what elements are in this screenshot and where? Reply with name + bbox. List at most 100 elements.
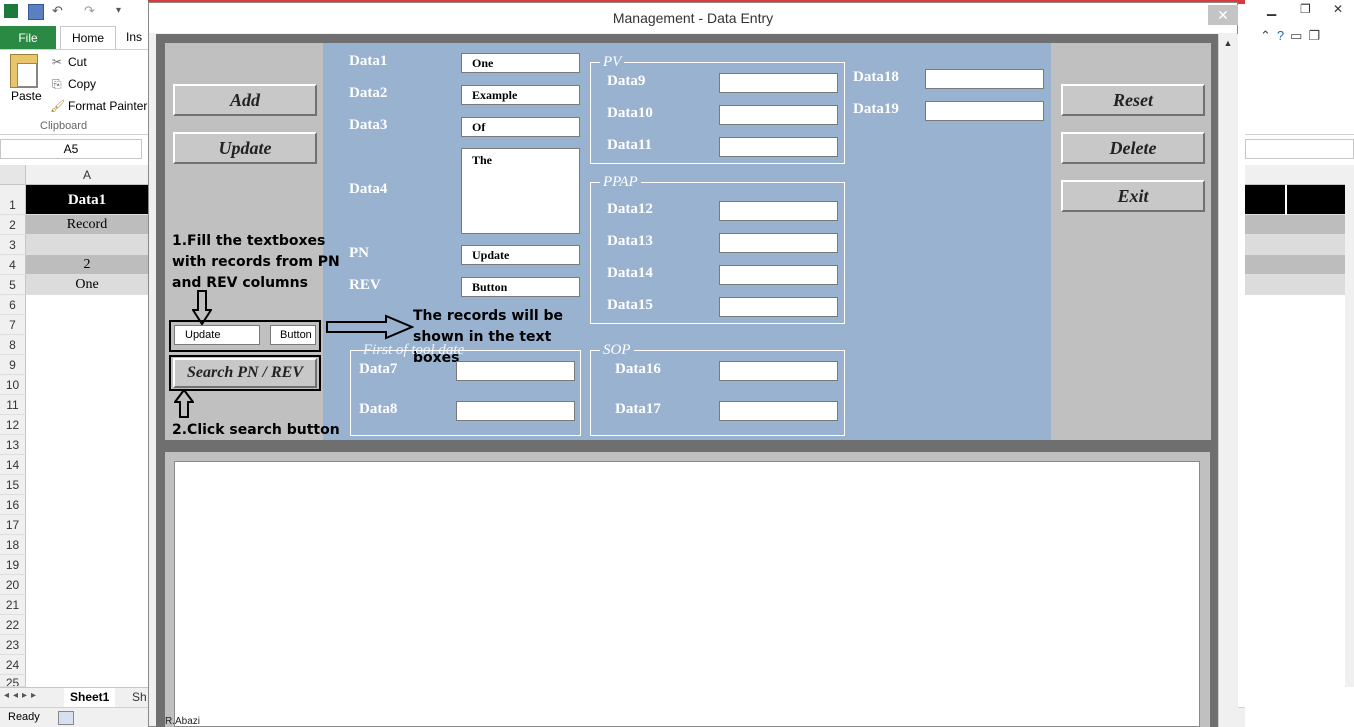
copy-button[interactable]: Copy (68, 77, 96, 91)
restore-icon[interactable]: ❐ (1300, 2, 1311, 16)
label-rev: REV (349, 277, 381, 293)
data8-input[interactable] (456, 401, 575, 421)
pn-search-input[interactable]: Update (174, 325, 260, 345)
row-header-5[interactable]: 5 (0, 275, 26, 295)
cell-right-r2[interactable] (1245, 215, 1345, 235)
add-button[interactable]: Add (173, 84, 317, 116)
label-data9: Data9 (607, 73, 646, 89)
row-header-7[interactable]: 7 (0, 315, 26, 335)
author-footer: R.Abazi (165, 716, 201, 727)
rev-input[interactable]: Button (461, 277, 580, 297)
column-header-a[interactable]: A (26, 165, 148, 185)
row-header-18[interactable]: 18 (0, 535, 26, 555)
update-button[interactable]: Update (173, 132, 317, 164)
sheet-tab-sheet1[interactable]: Sheet1 (64, 688, 116, 707)
reset-button[interactable]: Reset (1061, 84, 1205, 116)
row-header-24[interactable]: 24 (0, 655, 26, 675)
row-header-21[interactable]: 21 (0, 595, 26, 615)
data11-input[interactable] (719, 137, 838, 157)
cell-right-r5[interactable] (1245, 275, 1345, 295)
format-painter-button[interactable]: Format Painter (68, 99, 147, 113)
select-all-corner[interactable] (0, 165, 26, 185)
data14-input[interactable] (719, 265, 838, 285)
data4-textarea[interactable]: The (461, 148, 580, 234)
row-header-13[interactable]: 13 (0, 435, 26, 455)
cell-a3[interactable] (26, 235, 148, 255)
paste-label[interactable]: Paste (11, 89, 42, 103)
save-icon[interactable] (28, 4, 44, 20)
row-header-23[interactable]: 23 (0, 635, 26, 655)
row-header-22[interactable]: 22 (0, 615, 26, 635)
cell-a4[interactable]: 2 (26, 255, 148, 275)
row-header-17[interactable]: 17 (0, 515, 26, 535)
cut-button[interactable]: Cut (68, 55, 87, 69)
data17-input[interactable] (719, 401, 838, 421)
data19-input[interactable] (925, 101, 1044, 121)
row-header-19[interactable]: 19 (0, 555, 26, 575)
row-header-11[interactable]: 11 (0, 395, 26, 415)
data18-input[interactable] (925, 69, 1044, 89)
data7-input[interactable] (456, 361, 575, 381)
row-header-10[interactable]: 10 (0, 375, 26, 395)
form-close-button[interactable]: ✕ (1208, 5, 1238, 25)
tab-home[interactable]: Home (60, 26, 116, 50)
formula-bar[interactable] (1245, 139, 1354, 159)
row-header-3[interactable]: 3 (0, 235, 26, 255)
row-header-9[interactable]: 9 (0, 355, 26, 375)
sheet-tab-2[interactable]: Sh (132, 688, 147, 707)
min-workbook-icon[interactable]: ▭ (1290, 28, 1308, 43)
row-header-6[interactable]: 6 (0, 295, 26, 315)
arrow-right-icon (326, 314, 414, 340)
cell-right-r3[interactable] (1245, 235, 1345, 255)
cell-a1[interactable]: Data1 (26, 185, 148, 215)
cell-a2[interactable]: Record (26, 215, 148, 235)
paste-icon[interactable] (10, 54, 38, 88)
row-header-14[interactable]: 14 (0, 455, 26, 475)
tab-file[interactable]: File (0, 26, 56, 50)
row-header-12[interactable]: 12 (0, 415, 26, 435)
redo-icon[interactable]: ↷ (84, 4, 98, 18)
data2-input[interactable]: Example (461, 85, 580, 105)
pn-input[interactable]: Update (461, 245, 580, 265)
close-window-icon[interactable]: ✕ (1333, 2, 1343, 16)
sheet-nav-arrows-icon[interactable]: ◂◂▸▸ (4, 690, 40, 701)
search-pn-rev-button[interactable]: Search PN / REV (173, 358, 317, 388)
cell-right-r1[interactable] (1245, 185, 1345, 215)
name-box[interactable]: A5 (0, 139, 142, 159)
cell-right-r4[interactable] (1245, 255, 1345, 275)
help-icon[interactable]: ? (1277, 28, 1290, 43)
row-header-4[interactable]: 4 (0, 255, 26, 275)
rev-search-input[interactable]: Button (270, 325, 316, 345)
tab-insert[interactable]: Ins (126, 26, 150, 50)
scroll-up-arrow-icon[interactable]: ▲ (1220, 36, 1236, 50)
data13-input[interactable] (719, 233, 838, 253)
cell-a5[interactable]: One (26, 275, 148, 295)
data3-input[interactable]: Of (461, 117, 580, 137)
data10-input[interactable] (719, 105, 838, 125)
data15-input[interactable] (719, 297, 838, 317)
column-header-right[interactable] (1245, 165, 1345, 185)
collapse-ribbon-icon[interactable]: ⌃ (1260, 28, 1277, 43)
row-header-2[interactable]: 2 (0, 215, 26, 235)
data12-input[interactable] (719, 201, 838, 221)
restore-workbook-icon[interactable]: ❐ (1308, 28, 1326, 43)
form-vertical-scrollbar[interactable] (1218, 34, 1238, 727)
customize-qat-icon[interactable]: ▾ (116, 4, 130, 18)
minimize-icon[interactable]: ▁ (1267, 2, 1276, 16)
data1-input[interactable]: One (461, 53, 580, 73)
records-listbox[interactable] (174, 461, 1200, 727)
row-header-1[interactable]: 1 (0, 185, 26, 215)
data9-input[interactable] (719, 73, 838, 93)
row-header-16[interactable]: 16 (0, 495, 26, 515)
macro-record-icon[interactable] (58, 711, 74, 725)
row-header-20[interactable]: 20 (0, 575, 26, 595)
label-data16: Data16 (615, 361, 661, 377)
data16-input[interactable] (719, 361, 838, 381)
row-header-25[interactable]: 25 (0, 675, 26, 687)
exit-button[interactable]: Exit (1061, 180, 1205, 212)
undo-icon[interactable]: ↶ (52, 4, 66, 18)
worksheet-vertical-scrollbar[interactable] (1345, 165, 1354, 687)
delete-button[interactable]: Delete (1061, 132, 1205, 164)
row-header-8[interactable]: 8 (0, 335, 26, 355)
row-header-15[interactable]: 15 (0, 475, 26, 495)
